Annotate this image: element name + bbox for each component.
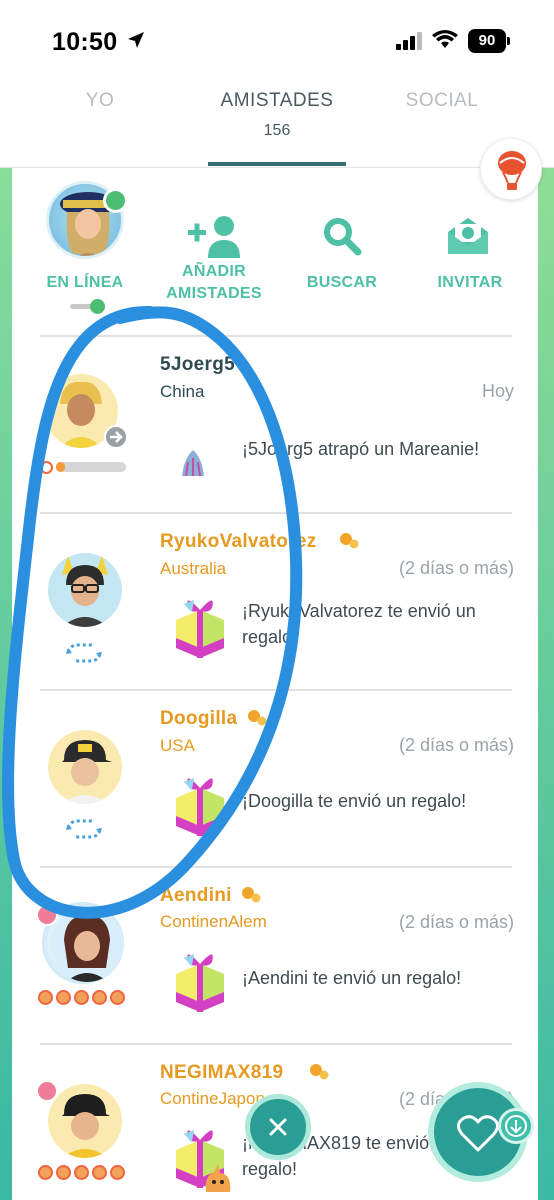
status-bar: 10:50 90: [0, 0, 554, 80]
download-button[interactable]: [498, 1108, 534, 1144]
heart-icon: [110, 1165, 125, 1180]
add-friends-label-1[interactable]: AÑADIR: [154, 262, 274, 282]
friend-last-activity: Hoy: [481, 381, 514, 401]
friend-count: 156: [263, 122, 291, 139]
heart-icon: [74, 990, 89, 1005]
team-badge-icon: [36, 1080, 58, 1102]
friend-name[interactable]: NEGIMAX819: [160, 1062, 283, 1084]
search-label[interactable]: BUSCAR: [290, 273, 394, 293]
lucky-badge-icon: [340, 533, 359, 549]
invite-icon[interactable]: [446, 216, 490, 256]
friendship-hearts: [38, 1165, 125, 1180]
heart-icon: [92, 1165, 107, 1180]
heart-icon: [38, 990, 53, 1005]
friend-last-activity: (2 días o más): [398, 558, 514, 578]
tab-amistades[interactable]: AMISTADES: [196, 90, 358, 112]
search-icon[interactable]: [322, 216, 362, 256]
wifi-icon: [432, 30, 458, 48]
location-arrow-icon: [128, 32, 144, 48]
online-label[interactable]: EN LÍNEA: [30, 273, 140, 293]
friend-activity-message: ¡Aendini te envió un regalo!: [242, 968, 462, 988]
pokemon-sticker-icon: [205, 1164, 231, 1192]
active-tab-indicator: [208, 162, 346, 166]
battery-indicator: 90: [468, 29, 506, 53]
trainer-avatar-image: [62, 1094, 110, 1158]
heart-icon: [110, 990, 125, 1005]
invite-label[interactable]: INVITAR: [418, 273, 522, 293]
tab-bar: YO AMISTADES 156 SOCIAL: [0, 80, 554, 168]
online-status-dot: [103, 188, 128, 213]
side-panel-right: [538, 168, 554, 1200]
download-icon: [505, 1115, 527, 1137]
annotation-loop: [2, 305, 303, 919]
friendship-hearts: [38, 990, 125, 1005]
close-button[interactable]: [245, 1094, 311, 1160]
heart-icon: [74, 1165, 89, 1180]
tab-yo[interactable]: YO: [60, 90, 140, 112]
balloon-button[interactable]: [480, 138, 542, 200]
heart-icon: [56, 990, 71, 1005]
gift-icon[interactable]: [170, 944, 230, 1014]
close-icon: [269, 1118, 287, 1136]
lucky-badge-icon: [310, 1064, 329, 1080]
tab-social[interactable]: SOCIAL: [380, 90, 504, 112]
friend-last-activity: (2 días o más): [398, 735, 514, 755]
status-time: 10:50: [52, 28, 118, 56]
add-friend-icon[interactable]: [186, 214, 242, 260]
heart-icon: [92, 990, 107, 1005]
signal-icon: [396, 32, 422, 50]
battery-nub: [507, 37, 510, 45]
friend-last-activity: (2 días o más): [398, 912, 514, 932]
balloon-icon: [498, 151, 526, 190]
heart-icon: [38, 1165, 53, 1180]
friend-avatar[interactable]: [48, 1084, 122, 1158]
divider: [40, 1043, 512, 1045]
heart-icon: [56, 1165, 71, 1180]
